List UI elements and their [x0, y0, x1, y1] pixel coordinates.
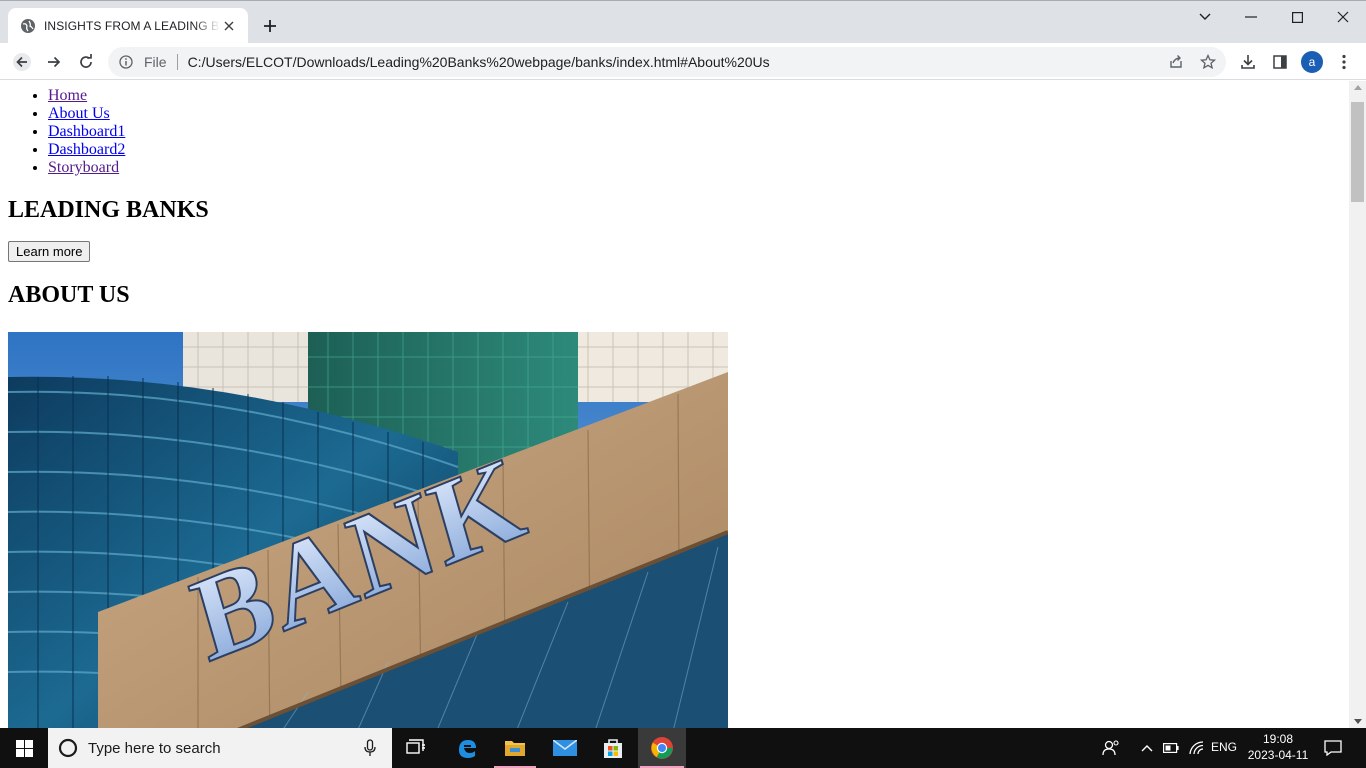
nav-link-home[interactable]: Home: [48, 87, 87, 104]
battery-icon[interactable]: [1160, 728, 1182, 768]
minimize-icon[interactable]: [1228, 1, 1274, 33]
share-icon[interactable]: [1162, 48, 1190, 76]
nav-item-home: Home: [48, 87, 1349, 105]
tab-close-icon[interactable]: [220, 17, 238, 35]
nav-link-storyboard[interactable]: Storyboard: [48, 159, 119, 176]
browser-toolbar: File C:/Users/ELCOT/Downloads/Leading%20…: [0, 43, 1366, 80]
edge-browser-icon[interactable]: [444, 728, 490, 768]
page-title: LEADING BANKS: [8, 197, 209, 223]
bank-building-image: BANK: [8, 332, 728, 728]
info-icon[interactable]: [118, 54, 134, 70]
address-divider: [176, 54, 178, 70]
reload-icon[interactable]: [72, 48, 100, 76]
globe-icon: [20, 18, 36, 34]
star-icon[interactable]: [1194, 48, 1222, 76]
kebab-menu-icon[interactable]: [1330, 48, 1358, 76]
scrollbar-thumb[interactable]: [1351, 102, 1364, 202]
taskbar-clock[interactable]: 19:08 2023-04-11: [1240, 731, 1316, 763]
taskbar-search-box[interactable]: Type here to search: [48, 728, 392, 768]
page-scrollbar[interactable]: [1349, 81, 1366, 728]
browser-tab-strip: INSIGHTS FROM A LEADING BANKS: [0, 0, 1366, 44]
maximize-icon[interactable]: [1274, 1, 1320, 33]
clock-time: 19:08: [1262, 732, 1294, 746]
taskbar-search-placeholder: Type here to search: [88, 739, 221, 757]
back-arrow-icon[interactable]: [8, 48, 36, 76]
wifi-icon[interactable]: [1186, 728, 1208, 768]
nav-link-dashboard2[interactable]: Dashboard2: [48, 141, 125, 158]
tab-title: INSIGHTS FROM A LEADING BANKS: [44, 19, 220, 33]
microsoft-store-icon[interactable]: [590, 728, 636, 768]
mail-icon[interactable]: [542, 728, 588, 768]
clock-date: 2023-04-11: [1247, 748, 1309, 762]
nav-item-storyboard: Storyboard: [48, 159, 1349, 177]
tab-search-chevron-icon[interactable]: [1182, 1, 1228, 33]
forward-arrow-icon[interactable]: [40, 48, 68, 76]
nav-link-dashboard1[interactable]: Dashboard1: [48, 123, 125, 140]
site-nav: Home About Us Dashboard1 Dashboard2 Stor…: [0, 87, 1349, 177]
cortana-circle-icon: [58, 738, 78, 758]
side-panel-icon[interactable]: [1266, 48, 1294, 76]
browser-tab[interactable]: INSIGHTS FROM A LEADING BANKS: [8, 8, 248, 44]
address-scheme-label: File: [144, 54, 167, 70]
windows-start-icon[interactable]: [0, 728, 48, 768]
file-explorer-icon[interactable]: [492, 728, 538, 768]
new-tab-plus-icon[interactable]: [258, 14, 282, 38]
nav-item-dashboard2: Dashboard2: [48, 141, 1349, 159]
chrome-taskbar-icon[interactable]: [638, 728, 686, 768]
people-icon[interactable]: [1098, 728, 1124, 768]
task-view-icon[interactable]: [394, 728, 438, 768]
scroll-up-icon[interactable]: [1354, 85, 1362, 90]
scroll-down-icon[interactable]: [1354, 719, 1362, 724]
windows-taskbar: Type here to search ENG 19:08 2023-04-11: [0, 728, 1366, 768]
window-close-icon[interactable]: [1320, 1, 1366, 33]
nav-link-about-us[interactable]: About Us: [48, 105, 110, 122]
download-icon[interactable]: [1234, 48, 1262, 76]
nav-item-about: About Us: [48, 105, 1349, 123]
chevron-up-icon[interactable]: [1136, 728, 1158, 768]
learn-more-button[interactable]: Learn more: [8, 241, 91, 262]
about-us-heading: ABOUT US: [8, 282, 130, 308]
microphone-icon[interactable]: [364, 739, 376, 757]
address-url[interactable]: C:/Users/ELCOT/Downloads/Leading%20Banks…: [188, 54, 770, 70]
notification-icon[interactable]: [1318, 728, 1348, 768]
page-viewport: Home About Us Dashboard1 Dashboard2 Stor…: [0, 81, 1349, 728]
language-indicator[interactable]: ENG: [1211, 740, 1237, 754]
nav-item-dashboard1: Dashboard1: [48, 123, 1349, 141]
address-bar[interactable]: File C:/Users/ELCOT/Downloads/Leading%20…: [108, 47, 1226, 77]
profile-avatar[interactable]: a: [1301, 51, 1323, 73]
